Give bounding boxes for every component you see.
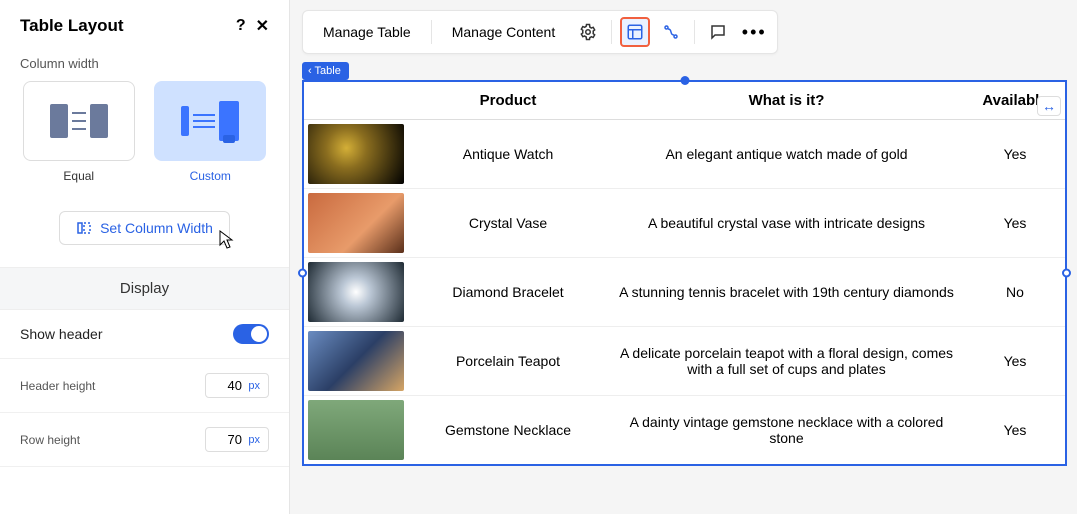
toolbar-divider	[431, 20, 432, 44]
cell-description: An elegant antique watch made of gold	[608, 120, 965, 189]
layout-sidebar: Table Layout ? ✕ Column width Equal	[0, 0, 290, 514]
show-header-row: Show header	[0, 310, 289, 359]
table-row[interactable]: Crystal VaseA beautiful crystal vase wit…	[304, 189, 1065, 258]
width-option-custom[interactable]: Custom	[152, 81, 270, 183]
width-options: Equal Custom	[0, 81, 289, 193]
unit-label: px	[248, 434, 260, 446]
manage-table-button[interactable]: Manage Table	[311, 18, 423, 46]
comment-button[interactable]	[703, 17, 733, 47]
cell-description: A dainty vintage gemstone necklace with …	[608, 396, 965, 465]
sidebar-header: Table Layout ? ✕	[0, 0, 289, 48]
equal-width-icon	[50, 104, 108, 138]
table-selection[interactable]: ↔ Product What is it? Available Antique …	[302, 80, 1067, 466]
cursor-icon	[215, 229, 235, 256]
more-button[interactable]: •••	[739, 17, 769, 47]
col-header-product[interactable]: Product	[408, 82, 608, 120]
row-height-row: Row height px	[0, 413, 289, 467]
product-thumbnail	[308, 331, 404, 391]
display-section-header: Display	[0, 268, 289, 310]
cell-product: Antique Watch	[408, 120, 608, 189]
row-height-input-wrap[interactable]: px	[205, 427, 269, 452]
column-width-icon	[76, 220, 92, 236]
cell-available: Yes	[965, 189, 1065, 258]
show-header-toggle[interactable]	[233, 324, 269, 344]
col-header-what[interactable]: What is it?	[608, 82, 965, 120]
resize-handle-right[interactable]	[1062, 269, 1071, 278]
data-table: Product What is it? Available Antique Wa…	[304, 82, 1065, 464]
product-thumbnail	[308, 193, 404, 253]
product-thumbnail	[308, 400, 404, 460]
header-height-row: Header height px	[0, 359, 289, 413]
layout-icon	[626, 23, 644, 41]
resize-handle-top[interactable]	[680, 76, 689, 85]
close-icon[interactable]: ✕	[256, 16, 269, 36]
row-height-label: Row height	[20, 433, 80, 447]
breadcrumb-table[interactable]: Table	[302, 62, 349, 80]
animation-icon	[662, 23, 680, 41]
unit-label: px	[248, 380, 260, 392]
sidebar-title: Table Layout	[20, 16, 124, 36]
cell-available: No	[965, 258, 1065, 327]
cell-available: Yes	[965, 327, 1065, 396]
product-thumbnail	[308, 124, 404, 184]
table-row[interactable]: Diamond BraceletA stunning tennis bracel…	[304, 258, 1065, 327]
width-option-equal[interactable]: Equal	[20, 81, 138, 183]
help-icon[interactable]: ?	[236, 17, 246, 35]
cell-description: A delicate porcelain teapot with a flora…	[608, 327, 965, 396]
set-column-width-label: Set Column Width	[100, 220, 213, 236]
table-toolbar: Manage Table Manage Content •••	[302, 10, 778, 54]
animation-button[interactable]	[656, 17, 686, 47]
manage-content-button[interactable]: Manage Content	[440, 18, 568, 46]
width-option-custom-label: Custom	[190, 169, 231, 183]
resize-handle-left[interactable]	[298, 269, 307, 278]
product-thumbnail	[308, 262, 404, 322]
main-canvas: Manage Table Manage Content ••• Table ↔	[290, 0, 1077, 514]
cell-product: Crystal Vase	[408, 189, 608, 258]
table-row[interactable]: Porcelain TeapotA delicate porcelain tea…	[304, 327, 1065, 396]
column-width-label: Column width	[0, 48, 289, 81]
table-row[interactable]: Antique WatchAn elegant antique watch ma…	[304, 120, 1065, 189]
layout-button[interactable]	[620, 17, 650, 47]
cell-description: A stunning tennis bracelet with 19th cen…	[608, 258, 965, 327]
ellipsis-icon: •••	[742, 22, 767, 43]
header-height-input[interactable]	[214, 378, 242, 393]
set-column-width-button[interactable]: Set Column Width	[59, 211, 230, 245]
header-height-label: Header height	[20, 379, 95, 393]
cell-product: Diamond Bracelet	[408, 258, 608, 327]
cell-available: Yes	[965, 396, 1065, 465]
cell-product: Porcelain Teapot	[408, 327, 608, 396]
settings-button[interactable]	[573, 17, 603, 47]
column-resize-icon[interactable]: ↔	[1037, 96, 1061, 116]
table-row[interactable]: Gemstone NecklaceA dainty vintage gemsto…	[304, 396, 1065, 465]
gear-icon	[579, 23, 597, 41]
toolbar-divider	[694, 20, 695, 44]
comment-icon	[709, 23, 727, 41]
width-option-equal-label: Equal	[63, 169, 94, 183]
row-height-input[interactable]	[214, 432, 242, 447]
toolbar-divider	[611, 20, 612, 44]
show-header-label: Show header	[20, 326, 103, 342]
cell-available: Yes	[965, 120, 1065, 189]
header-height-input-wrap[interactable]: px	[205, 373, 269, 398]
custom-width-icon	[181, 101, 239, 141]
cell-description: A beautiful crystal vase with intricate …	[608, 189, 965, 258]
cell-product: Gemstone Necklace	[408, 396, 608, 465]
